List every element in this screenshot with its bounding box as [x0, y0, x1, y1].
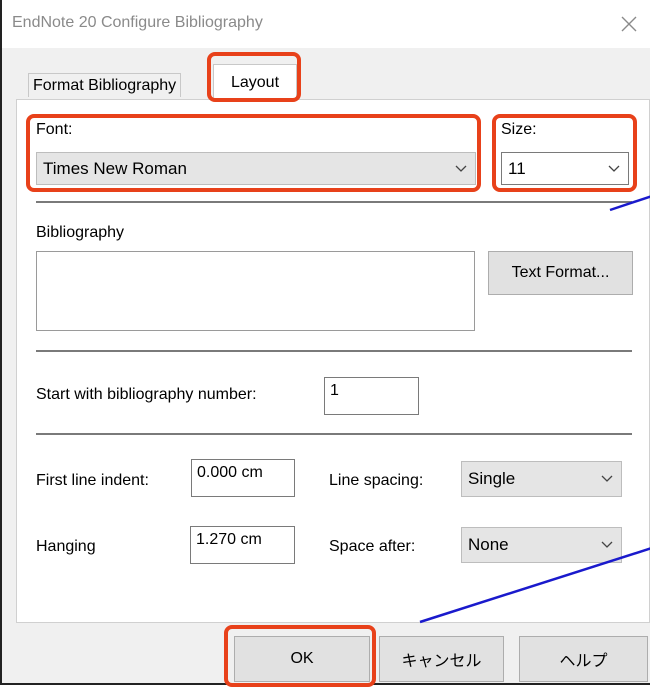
start-number-input[interactable]: 1: [324, 377, 419, 415]
size-select[interactable]: 11: [501, 152, 629, 185]
font-select[interactable]: Times New Roman: [36, 152, 476, 185]
chevron-down-icon: [601, 475, 613, 482]
bibliography-label: Bibliography: [36, 224, 125, 241]
chevron-down-icon: [608, 165, 620, 172]
separator: [36, 350, 632, 353]
tab-format-bibliography[interactable]: Format Bibliography: [28, 73, 182, 97]
space-after-label: Space after:: [329, 538, 416, 555]
line-spacing-label: Line spacing:: [329, 472, 424, 489]
chevron-down-icon: [455, 165, 467, 172]
configure-bibliography-dialog: EndNote 20 Configure Bibliography Format…: [0, 0, 650, 687]
font-select-value: Times New Roman: [43, 158, 187, 178]
size-select-value: 11: [508, 158, 526, 178]
tab-layout-label: Layout: [230, 73, 280, 91]
hanging-label: Hanging: [36, 538, 96, 555]
separator: [36, 201, 632, 204]
cancel-button[interactable]: キャンセル: [379, 636, 504, 682]
size-label: Size:: [501, 121, 537, 138]
space-after-select-value: None: [468, 535, 509, 554]
first-line-indent-label: First line indent:: [36, 472, 149, 489]
tab-layout[interactable]: Layout: [213, 64, 297, 100]
text-format-button[interactable]: Text Format...: [488, 251, 633, 295]
first-line-indent-input[interactable]: 0.000 cm: [191, 459, 295, 497]
line-spacing-select[interactable]: Single: [461, 461, 622, 497]
start-number-label: Start with bibliography number:: [36, 386, 257, 403]
close-icon: [621, 16, 637, 32]
space-after-select[interactable]: None: [461, 527, 622, 563]
title-bar: EndNote 20 Configure Bibliography: [2, 0, 650, 48]
hanging-input[interactable]: 1.270 cm: [190, 526, 295, 564]
separator: [36, 433, 632, 436]
ok-button[interactable]: OK: [234, 636, 370, 682]
help-button[interactable]: ヘルプ: [519, 636, 648, 682]
close-button[interactable]: [612, 8, 646, 40]
tab-format-bibliography-label: Format Bibliography: [33, 76, 177, 94]
window-title: EndNote 20 Configure Bibliography: [12, 14, 263, 31]
chevron-down-icon: [601, 541, 613, 548]
line-spacing-select-value: Single: [468, 469, 516, 488]
bibliography-preview-box[interactable]: [36, 251, 475, 331]
font-label: Font:: [36, 121, 73, 138]
